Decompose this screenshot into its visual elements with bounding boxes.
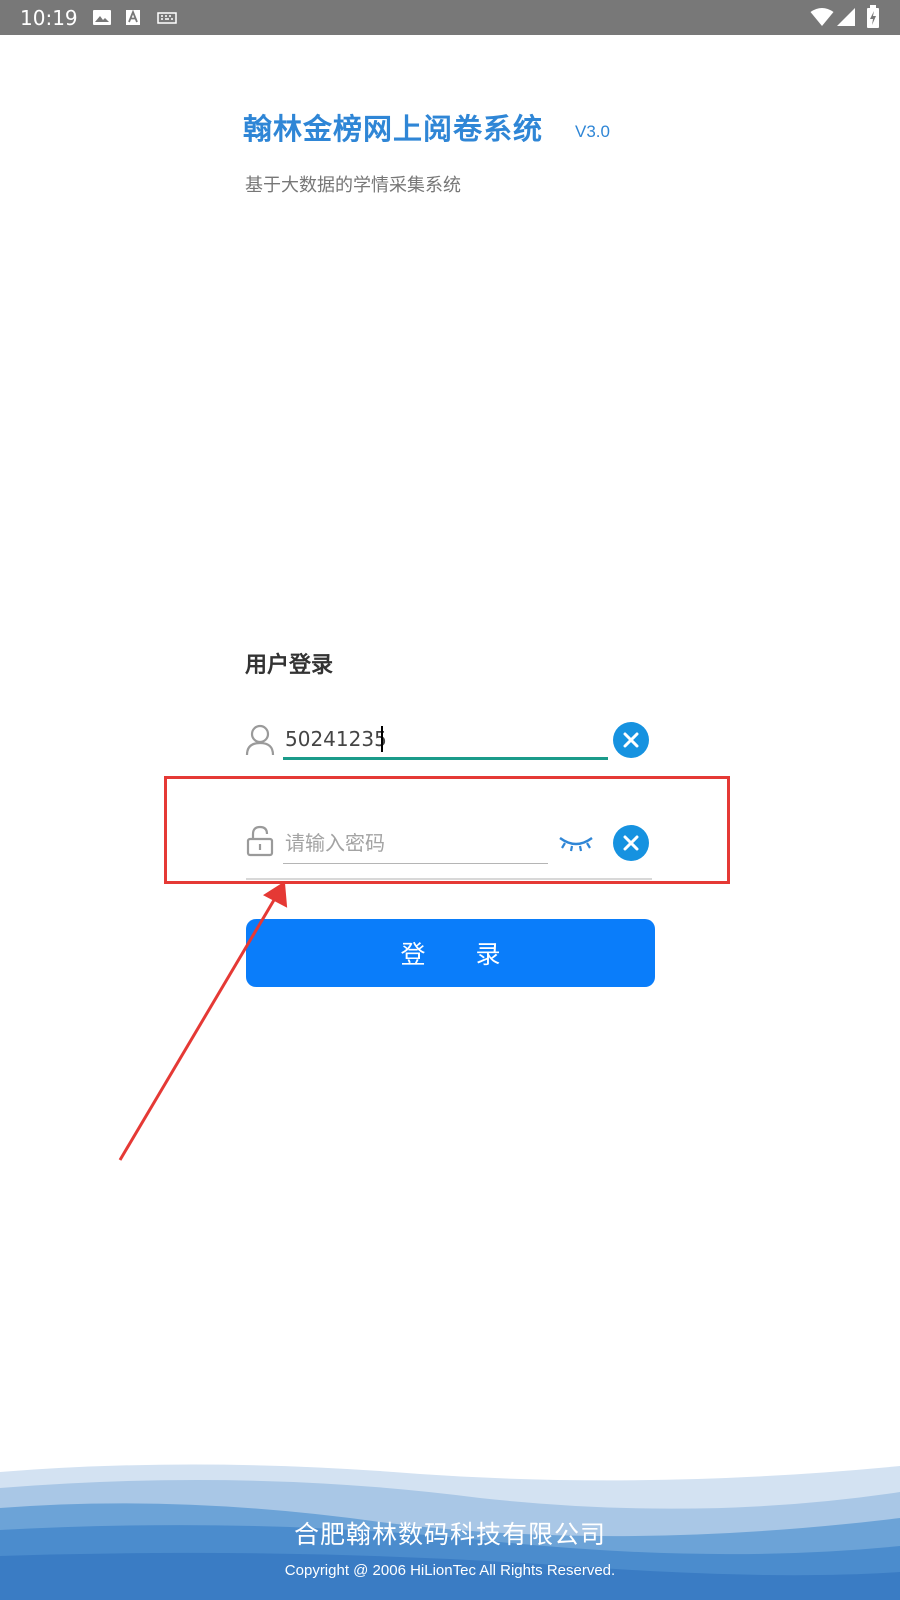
password-input[interactable] xyxy=(283,822,548,864)
user-icon xyxy=(245,724,275,756)
login-button[interactable]: 登 录 xyxy=(246,919,655,987)
username-input[interactable] xyxy=(283,720,608,760)
clear-username-button[interactable] xyxy=(613,722,649,758)
close-icon xyxy=(623,732,639,748)
app-title: 翰林金榜网上阅卷系统 xyxy=(243,112,544,146)
password-field-underline xyxy=(246,878,652,880)
clear-password-button[interactable] xyxy=(613,825,649,861)
app-version: V3.0 xyxy=(575,122,610,141)
status-bar: 10:19 xyxy=(0,0,900,35)
status-time: 10:19 xyxy=(20,6,78,30)
font-icon xyxy=(126,9,140,25)
wifi-icon xyxy=(810,8,834,26)
app-subtitle: 基于大数据的学情采集系统 xyxy=(245,175,461,196)
keyboard-icon xyxy=(157,12,177,24)
annotation-arrow xyxy=(118,881,288,1161)
text-caret xyxy=(381,726,383,752)
copyright: Copyright @ 2006 HiLionTec All Rights Re… xyxy=(284,1562,616,1579)
image-icon xyxy=(93,10,111,25)
signal-icon xyxy=(837,8,855,26)
eye-closed-icon[interactable] xyxy=(558,834,594,854)
lock-icon xyxy=(246,825,274,857)
company-name: 合肥翰林数码科技有限公司 xyxy=(293,1520,606,1549)
battery-icon xyxy=(867,5,879,28)
login-heading: 用户登录 xyxy=(245,653,334,678)
close-icon xyxy=(623,835,639,851)
